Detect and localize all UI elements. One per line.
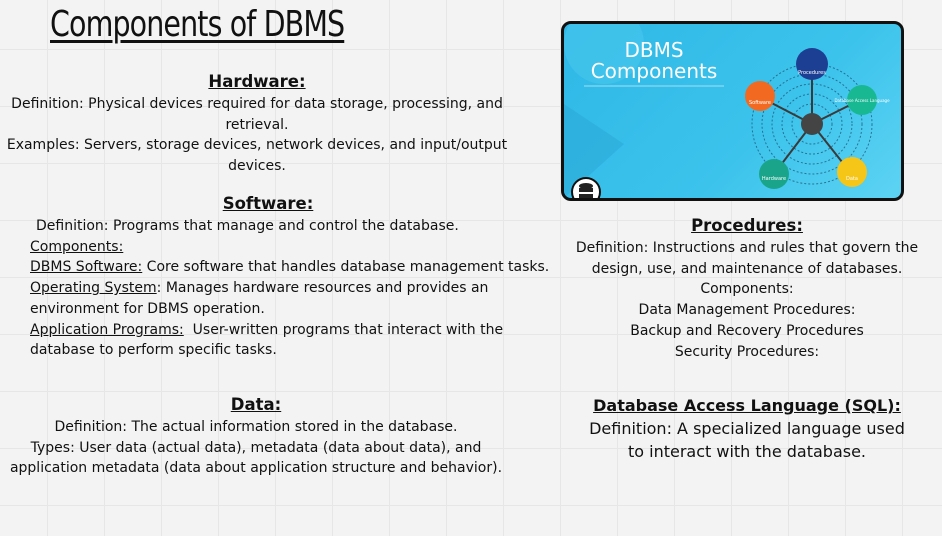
text-line: Backup and Recovery Procedures (630, 322, 864, 339)
data-node (837, 157, 867, 187)
text-line: Definition: Programs that manage and con… (36, 218, 459, 234)
text-line: Definition: Physical devices required fo… (11, 96, 503, 112)
software-node (745, 81, 775, 111)
text-line: devices. (228, 158, 286, 175)
procedures-heading: Procedures: (691, 216, 803, 235)
item-label: DBMS Software: (30, 259, 143, 276)
node-label: Procedures (798, 70, 826, 76)
hardware-node (759, 159, 789, 189)
text-line: retrieval. (225, 116, 289, 133)
text-line: Definition: A specialized language used (589, 419, 905, 438)
node-label: Database Access Language (834, 98, 890, 103)
node-label: Data (846, 176, 858, 182)
item-text: environment for DBMS operation. (30, 300, 265, 317)
node-label: Hardware (762, 176, 786, 182)
page-title: Components of DBMS (50, 4, 345, 45)
text-line: to interact with the database. (627, 442, 867, 461)
node-label: Software (749, 100, 771, 106)
text-line: Definition: The actual information store… (54, 419, 458, 435)
sql-heading: Database Access Language (SQL): (593, 396, 901, 415)
data-section: Data: Definition: The actual information… (0, 393, 512, 479)
dbms-components-image: DBMS Components Procedures Software Data… (561, 21, 904, 201)
text-line: Types: User data (actual data), metadata… (30, 439, 482, 456)
software-heading: Software: (222, 194, 314, 213)
database-icon (571, 177, 601, 198)
item-text: : Manages hardware resources and provide… (156, 280, 489, 297)
sql-section: Database Access Language (SQL): Definiti… (560, 394, 934, 463)
image-title-line2: Components (591, 59, 718, 83)
data-heading: Data: (230, 395, 282, 414)
item-text: Core software that handles database mana… (142, 259, 550, 276)
text-line: Components: (700, 281, 794, 298)
text-line: Definition: Instructions and rules that … (575, 240, 919, 256)
procedures-section: Procedures: Definition: Instructions and… (560, 214, 934, 362)
hardware-section: Hardware: Definition: Physical devices r… (0, 70, 514, 177)
item-label: Application Programs: (30, 321, 184, 338)
item-text: User-written programs that interact with… (183, 321, 504, 338)
text-line: application metadata (data about applica… (9, 460, 503, 477)
text-line: design, use, and maintenance of database… (591, 260, 903, 277)
components-label: Components: (30, 238, 124, 255)
software-section: Software: Definition: Programs that mana… (30, 192, 549, 361)
text-line: Examples: Servers, storage devices, netw… (6, 137, 508, 154)
hardware-heading: Hardware: (208, 72, 306, 91)
item-label: Operating System (30, 280, 157, 297)
text-line: Data Management Procedures: (638, 302, 856, 319)
item-text: database to perform specific tasks. (30, 342, 277, 359)
text-line: Security Procedures: (674, 343, 820, 360)
